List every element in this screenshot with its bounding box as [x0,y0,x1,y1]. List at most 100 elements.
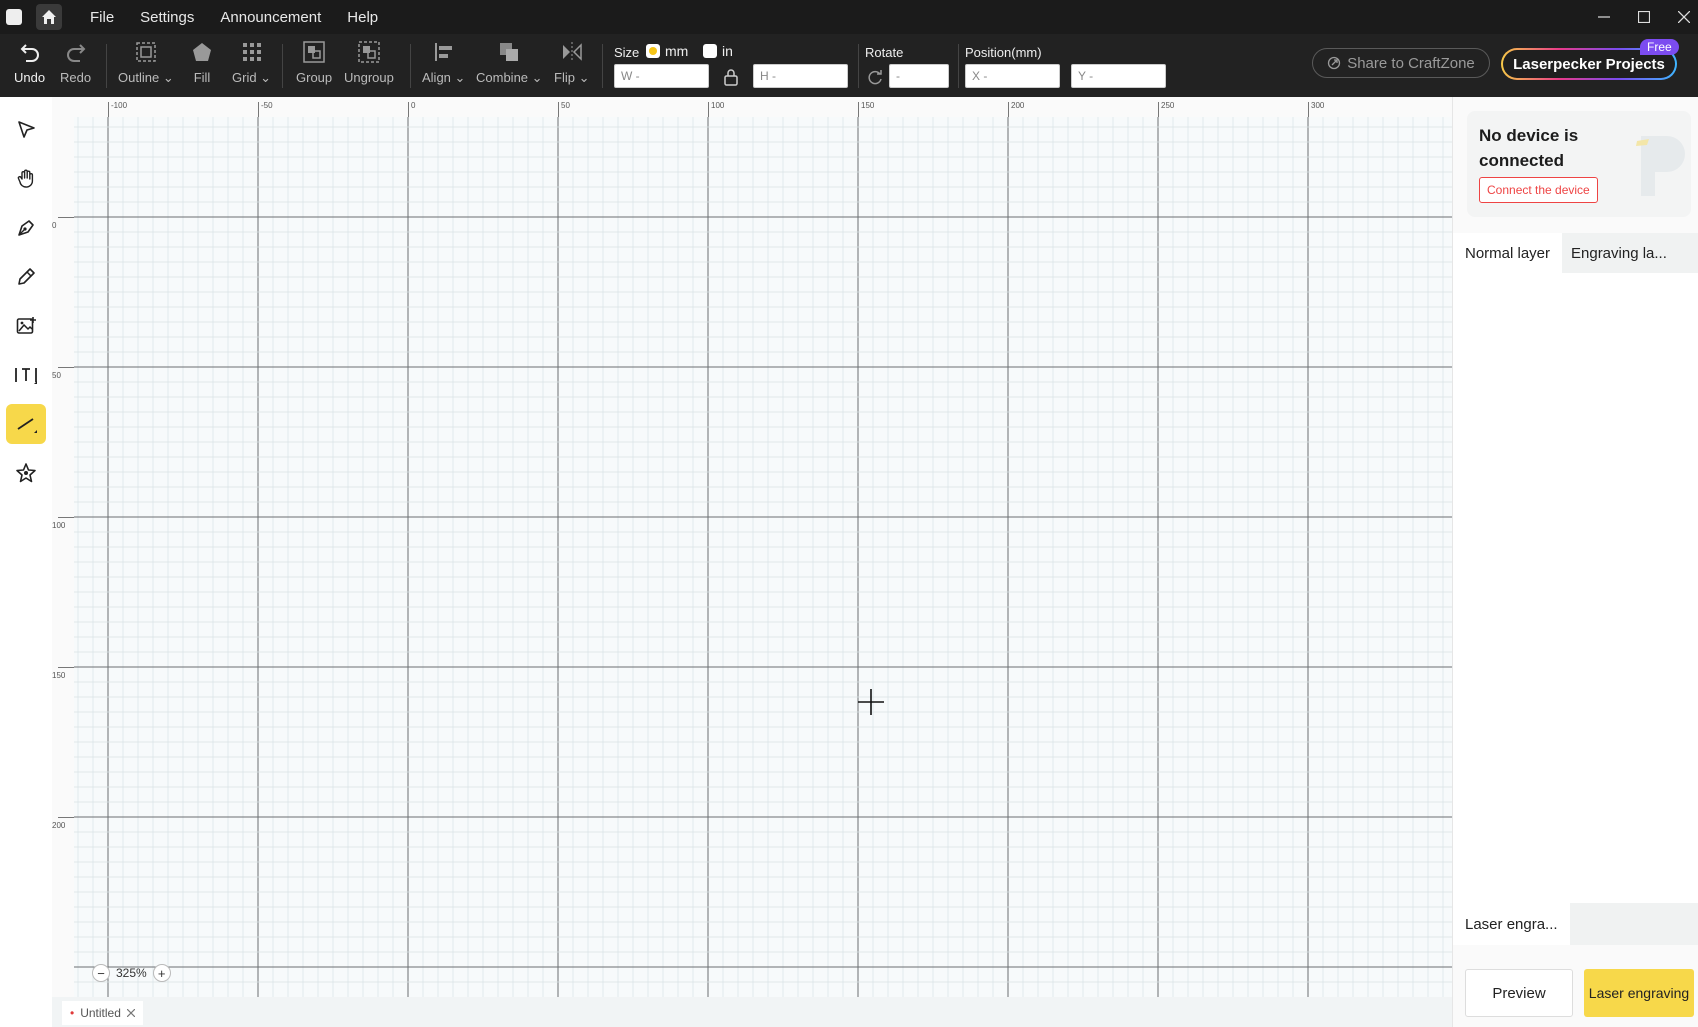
toolbar-divider [858,44,859,88]
height-input[interactable]: H - [753,64,848,88]
preview-button[interactable]: Preview [1465,969,1573,1017]
tab-engraving-layer[interactable]: Engraving la... [1559,233,1679,273]
menu-settings[interactable]: Settings [140,9,194,26]
rotate-icon[interactable] [866,68,884,86]
design-canvas[interactable] [74,117,1452,997]
layer-tab-bar: Normal layer Engraving la... [1453,233,1698,273]
hand-tool-button[interactable] [6,159,46,199]
select-tool-button[interactable] [6,110,46,150]
size-label: Size [614,45,640,60]
app-logo-icon [6,9,22,25]
group-label: Group [296,70,333,85]
left-tool-panel [0,97,52,1027]
ruler-tick [858,102,859,117]
redo-button[interactable]: Redo [60,40,91,85]
tab-laser-engraving[interactable]: Laser engra... [1453,903,1570,945]
connect-device-button[interactable]: Connect the device [1479,177,1598,203]
undo-button[interactable]: Undo [14,40,45,85]
menu-announcement[interactable]: Announcement [220,9,321,26]
zoom-in-button[interactable]: + [152,964,171,982]
outline-button[interactable]: Outline ⌄ [118,40,174,86]
share-to-craftzone-button[interactable]: Share to CraftZone [1312,48,1490,78]
line-tool-button[interactable] [6,404,46,444]
fill-button[interactable]: Fill [190,40,214,85]
device-status-title: No device is connected [1479,126,1579,170]
ruler-label: -100 [111,101,128,110]
layer-list [1453,273,1698,903]
ruler-tick [108,102,109,117]
ruler-label: 50 [52,371,61,380]
group-icon [303,41,325,63]
undo-label: Undo [14,70,46,85]
ungroup-button[interactable]: Ungroup [344,40,394,85]
combine-button[interactable]: Combine ⌄ [476,40,543,86]
canvas-grid [74,117,1452,997]
x-position-input[interactable]: X - [965,64,1060,88]
ungroup-label: Ungroup [344,70,394,85]
laser-engraving-button[interactable]: Laser engraving [1584,969,1694,1017]
ruler-label: 200 [1011,101,1025,110]
pen-tool-button[interactable] [6,208,46,248]
share-icon [1328,56,1341,70]
vertical-ruler: 0 50 100 150 200 [52,117,74,997]
ruler-label: 150 [861,101,875,110]
text-tool-button[interactable] [6,355,46,395]
ruler-tick [1008,102,1009,117]
flip-label: Flip ⌄ [554,70,590,85]
home-button[interactable] [36,4,62,30]
crosshair-cursor-icon [858,689,884,715]
align-button[interactable]: Align ⌄ [422,40,465,86]
zoom-level: 325% [116,966,147,980]
ruler-tick [58,667,74,668]
horizontal-ruler: -100 -50 0 50 100 150 200 250 300 [52,97,1452,117]
pen-nib-icon [18,220,34,236]
ruler-tick [558,102,559,117]
image-tool-button[interactable] [6,306,46,346]
ruler-label: 100 [52,521,66,530]
toolbar-divider [106,44,107,88]
group-button[interactable]: Group [296,40,332,85]
fill-icon [193,43,211,61]
lock-ratio-icon[interactable] [723,68,739,86]
document-tab[interactable]: • Untitled [62,1001,143,1025]
unit-in-radio[interactable] [703,44,717,58]
redo-label: Redo [60,70,92,85]
ruler-tick [408,102,409,117]
rotate-input[interactable]: - [889,64,949,88]
pencil-tool-button[interactable] [6,257,46,297]
flip-button[interactable]: Flip ⌄ [554,40,589,86]
menu-file[interactable]: File [90,9,114,26]
shape-tool-button[interactable] [6,453,46,493]
align-icon [434,43,452,61]
unsaved-indicator: • [70,1006,75,1020]
position-label: Position(mm) [965,45,1042,60]
close-tab-icon[interactable] [126,1009,135,1017]
ruler-label: 300 [1311,101,1325,110]
ruler-tick [58,217,74,218]
zoom-out-button[interactable]: − [92,964,110,982]
engraving-tab-bar: Laser engra... [1453,903,1698,945]
right-panel: No device is connected Connect the devic… [1452,97,1698,1027]
text-icon [15,368,37,384]
y-position-input[interactable]: Y - [1071,64,1166,88]
ruler-tick [1308,102,1309,117]
document-tab-bar: • Untitled [52,997,1452,1027]
grid-icon [242,43,261,61]
redo-icon [66,44,85,62]
ruler-label: -50 [261,101,273,110]
unit-mm-radio[interactable] [646,44,660,58]
menu-help[interactable]: Help [347,9,378,26]
flip-icon [562,42,582,62]
close-window-button[interactable] [1664,0,1698,34]
close-icon [1678,11,1690,23]
tab-normal-layer[interactable]: Normal layer [1453,233,1563,273]
document-tab-label: Untitled [80,1006,121,1020]
minimize-button[interactable] [1584,0,1624,34]
ruler-label: 0 [411,101,416,110]
undo-icon [20,44,39,62]
grid-button[interactable]: Grid ⌄ [232,40,271,86]
width-input[interactable]: W - [614,64,709,88]
ruler-label: 250 [1161,101,1175,110]
maximize-button[interactable] [1624,0,1664,34]
star-shape-icon [16,463,36,483]
